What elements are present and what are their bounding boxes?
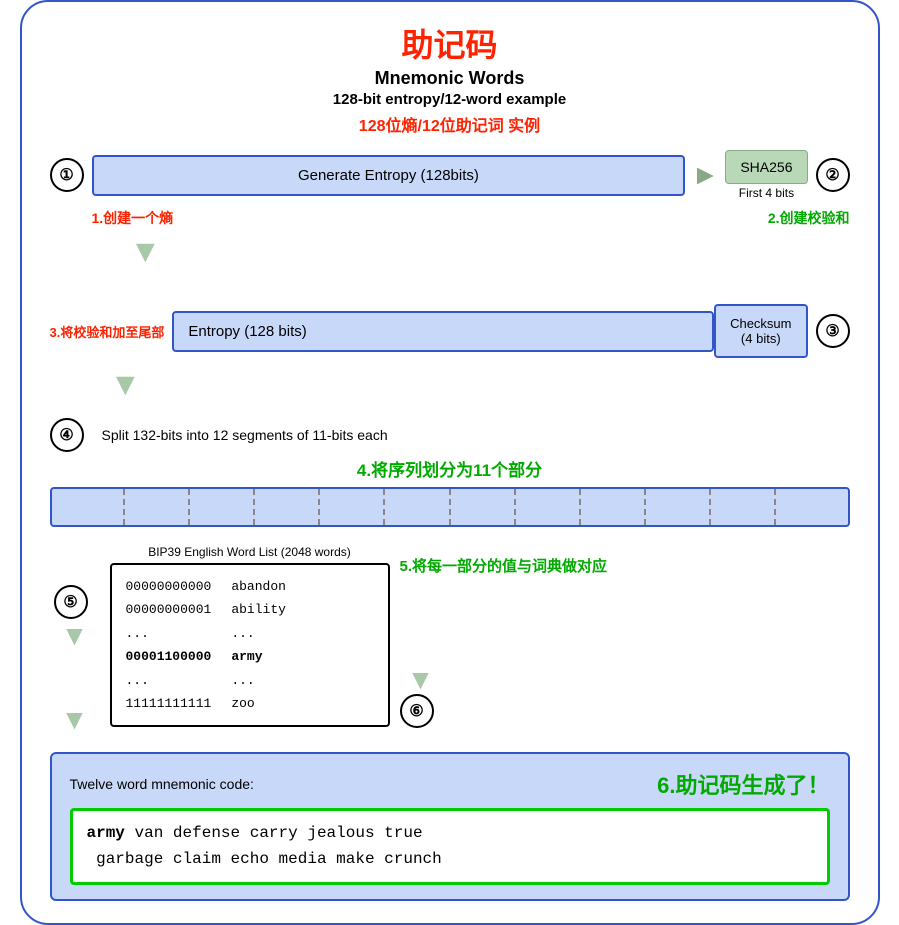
step5-label-cn: 5.将每一部分的值与词典做对应 (400, 555, 608, 576)
bits-bar (50, 487, 850, 527)
arrow-down-2: ▼ (50, 368, 850, 400)
circle-2: ② (816, 158, 850, 192)
bit-seg-4 (255, 489, 320, 525)
step6-section: Twelve word mnemonic code: 6.助记码生成了！ arm… (50, 752, 850, 901)
step1-container: ① Generate Entropy (128bits) ► SHA256 Fi… (50, 150, 850, 200)
bip39-row-6: 11111111111 (126, 692, 212, 715)
bit-seg-2 (125, 489, 190, 525)
bip39-word-5: ... (231, 669, 286, 692)
mnemonic-inner: army van defense carry jealous true garb… (70, 808, 830, 885)
bit-seg-8 (516, 489, 581, 525)
down-arrow-left2: ▼ (61, 703, 89, 737)
circle-5: ⑤ (54, 585, 88, 619)
entropy128-box: Entropy (128 bits) (172, 311, 714, 352)
mnemonic-text: army van defense carry jealous true garb… (87, 821, 813, 872)
bit-seg-1 (60, 489, 125, 525)
bip39-col-binary: 00000000000 00000000001 ... 00001100000 … (126, 575, 212, 715)
bit-seg-5 (320, 489, 385, 525)
step3-section: 3.将校验和加至尾部 Entropy (128 bits) Checksum(4… (50, 304, 850, 358)
mnemonic-rest: van defense carry jealous true garbage c… (87, 824, 442, 868)
step6-label-row: Twelve word mnemonic code: 6.助记码生成了！ (70, 768, 830, 800)
bip39-label: BIP39 English Word List (2048 words) (110, 545, 390, 559)
bip39-row-2: 00000000001 (126, 598, 212, 621)
bip39-word-6: zoo (231, 692, 286, 715)
bit-seg-11 (711, 489, 776, 525)
step3-label: 3.将校验和加至尾部 (50, 322, 165, 341)
step4-text: Split 132-bits into 12 segments of 11-bi… (102, 427, 388, 443)
bit-seg-3 (190, 489, 255, 525)
circle-4: ④ (50, 418, 84, 452)
step4-cn: 4.将序列划分为11个部分 (50, 456, 850, 481)
title-cn: 助记码 (50, 20, 850, 66)
sha-box: SHA256 (725, 150, 807, 184)
bip39-row-4: 00001100000 (126, 645, 212, 668)
title-en: Mnemonic Words (50, 68, 850, 89)
bip39-row-1: 00000000000 (126, 575, 212, 598)
arrow-to-6: ▼ (407, 666, 435, 694)
bip39-row-3: ... (126, 622, 212, 645)
bip39-word-2: ability (231, 598, 286, 621)
down-arrow-left: ▼ (61, 619, 89, 653)
bip39-box: 00000000000 00000000001 ... 00001100000 … (110, 563, 390, 727)
bit-seg-10 (646, 489, 711, 525)
step2-label: 2.创建校验和 (768, 208, 850, 228)
bit-seg-7 (451, 489, 516, 525)
step4-row: ④ Split 132-bits into 12 segments of 11-… (50, 418, 850, 452)
bip39-col-words: abandon ability ... army ... zoo (231, 575, 286, 715)
subtitle-cn: 128位熵/12位助记词 实例 (50, 112, 850, 136)
arrow-right-1: ► (685, 159, 725, 191)
checksum-box: Checksum(4 bits) (714, 304, 807, 358)
bit-seg-6 (385, 489, 450, 525)
step1-label: 1.创建一个熵 (92, 208, 174, 228)
bip39-word-3: ... (231, 622, 286, 645)
bip39-word-4: army (231, 645, 286, 668)
circle6-col: ▼ ⑥ (400, 666, 442, 728)
step5-section: ⑤ ▼ ▼ BIP39 English Word List (2048 word… (50, 545, 850, 736)
main-container: 助记码 Mnemonic Words 128-bit entropy/12-wo… (20, 0, 880, 925)
mnemonic-bold-word: army (87, 824, 125, 842)
bit-seg-12 (776, 489, 839, 525)
twelve-word-label: Twelve word mnemonic code: (70, 776, 254, 792)
bip39-row-5: ... (126, 669, 212, 692)
step4-section: ④ Split 132-bits into 12 segments of 11-… (50, 418, 850, 527)
arrow-down-1: ▼ (50, 236, 850, 266)
subtitle-en: 128-bit entropy/12-word example (50, 91, 850, 108)
circle-3: ③ (816, 314, 850, 348)
bip39-container: BIP39 English Word List (2048 words) 000… (110, 545, 390, 727)
bip39-word-1: abandon (231, 575, 286, 598)
entropy-box: Generate Entropy (128bits) (92, 155, 686, 196)
step5-right: 5.将每一部分的值与词典做对应 ▼ ⑥ (400, 545, 850, 728)
sha-col: SHA256 First 4 bits (725, 150, 807, 200)
left-arrow-col: ⑤ ▼ ▼ (50, 545, 100, 736)
bits-dividers (60, 489, 840, 525)
circle-1: ① (50, 158, 84, 192)
circle-6: ⑥ (400, 694, 434, 728)
bit-seg-9 (581, 489, 646, 525)
step6-cn: 6.助记码生成了！ (657, 768, 829, 800)
first4-label: First 4 bits (739, 186, 794, 200)
